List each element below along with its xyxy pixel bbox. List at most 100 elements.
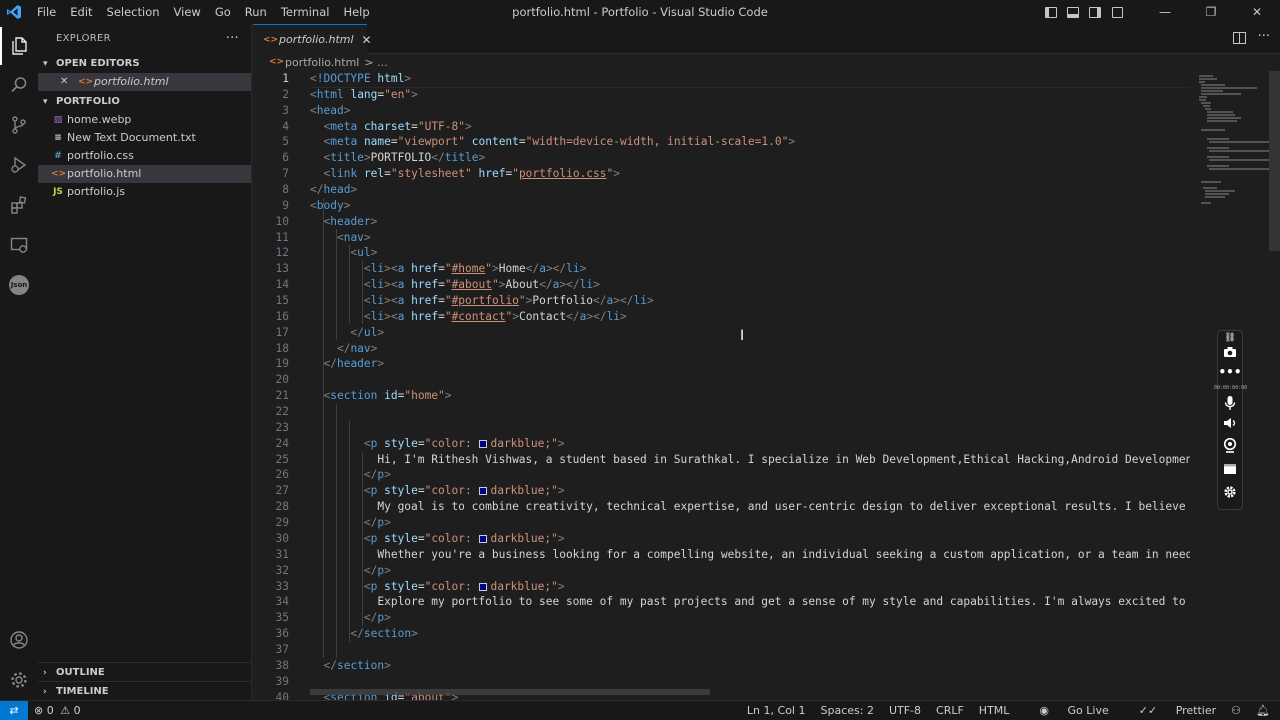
settings-gear-icon[interactable]	[0, 661, 38, 699]
explorer-icon[interactable]	[0, 27, 38, 65]
microphone-icon[interactable]	[1218, 395, 1242, 414]
copilot-icon[interactable]: ⚇	[1231, 701, 1241, 720]
color-swatch[interactable]	[479, 439, 488, 448]
code-lines: <!DOCTYPE html> <html lang="en"> <head> …	[310, 71, 1190, 700]
line-number: 19	[275, 357, 289, 371]
close-icon[interactable]: ✕	[60, 73, 74, 91]
more-actions-icon[interactable]: ···	[1258, 29, 1270, 44]
menu-bar: File Edit Selection View Go Run Terminal…	[30, 0, 377, 24]
close-window-button[interactable]: ✕	[1234, 0, 1280, 24]
file-item-portfolio-js[interactable]: JS portfolio.js	[38, 183, 251, 201]
outline-header[interactable]: › OUTLINE	[38, 663, 252, 682]
code-line: <head>	[310, 103, 351, 117]
json-extension-icon[interactable]: Json	[0, 266, 38, 304]
chevron-down-icon: ▾	[43, 59, 48, 69]
indentation[interactable]: Spaces: 2	[820, 701, 873, 720]
html-file-icon: <>	[263, 34, 279, 45]
menu-view[interactable]: View	[167, 0, 208, 24]
accounts-icon[interactable]	[0, 621, 38, 659]
extensions-icon[interactable]	[0, 186, 38, 224]
tab-close-icon[interactable]: ✕	[362, 33, 372, 47]
cursor-position[interactable]: Ln 1, Col 1	[747, 701, 806, 720]
code-line: My goal is to combine creativity, techni…	[377, 500, 1190, 514]
camera-icon[interactable]	[1218, 346, 1242, 361]
link-icon[interactable]: ⛓	[1218, 333, 1242, 343]
maximize-button[interactable]: ❐	[1188, 0, 1234, 24]
horizontal-scrollbar[interactable]	[310, 689, 710, 695]
toggle-secondary-sidebar-icon[interactable]	[1084, 0, 1106, 24]
color-swatch[interactable]	[479, 534, 488, 543]
portfolio-folder-header[interactable]: ▾ PORTFOLIO	[38, 92, 251, 111]
menu-run[interactable]: Run	[238, 0, 274, 24]
breadcrumb-file[interactable]: portfolio.html	[285, 54, 359, 71]
menu-selection[interactable]: Selection	[100, 0, 167, 24]
code-editor[interactable]: 1 2 3 4 5 6 7 8 9 10 11 12 13 14 15 16 1…	[253, 71, 1270, 700]
more-options-icon[interactable]: •••	[1218, 365, 1242, 379]
remote-indicator-icon[interactable]: ⇄	[0, 701, 28, 720]
chevron-down-icon: ▾	[43, 97, 48, 107]
menu-edit[interactable]: Edit	[63, 0, 99, 24]
file-item-portfolio-html[interactable]: <> portfolio.html	[38, 165, 251, 183]
file-item-home-webp[interactable]: ▨ home.webp	[38, 111, 251, 129]
encoding[interactable]: UTF-8	[889, 701, 921, 720]
line-number: 21	[275, 389, 289, 403]
webcam-icon[interactable]	[1218, 437, 1242, 456]
code-line: <link rel="stylesheet" href="portfolio.c…	[323, 167, 620, 181]
line-number: 20	[275, 373, 289, 387]
menu-file[interactable]: File	[30, 0, 63, 24]
recording-timer: 00:00:00:00	[1214, 385, 1248, 391]
code-line: </p>	[363, 468, 391, 482]
minimap[interactable]	[1193, 71, 1269, 211]
file-item-new-text-document[interactable]: ≡ New Text Document.txt	[38, 129, 251, 147]
line-number: 30	[275, 531, 289, 545]
settings-gear-icon[interactable]	[1218, 485, 1242, 502]
line-number: 39	[275, 674, 289, 688]
text-file-icon: ≡	[54, 133, 62, 143]
remote-explorer-icon[interactable]	[0, 226, 38, 264]
vertical-scrollbar[interactable]	[1269, 71, 1280, 251]
breadcrumb-rest[interactable]: > ...	[364, 54, 387, 71]
menu-terminal[interactable]: Terminal	[274, 0, 337, 24]
line-number: 10	[275, 214, 289, 228]
split-editor-icon[interactable]	[1233, 32, 1246, 44]
line-number: 33	[275, 579, 289, 593]
timeline-section: › TIMELINE	[38, 681, 252, 701]
speaker-icon[interactable]	[1218, 417, 1242, 432]
more-actions-icon[interactable]: ···	[226, 24, 239, 54]
line-number: 35	[275, 611, 289, 625]
line-number: 8	[282, 183, 289, 197]
toggle-primary-sidebar-icon[interactable]	[1040, 0, 1062, 24]
color-swatch[interactable]	[479, 487, 488, 496]
tab-portfolio-html[interactable]: <> portfolio.html ✕	[253, 24, 372, 54]
line-number: 36	[275, 627, 289, 641]
problems-indicator[interactable]: ⊗ 0 ⚠ 0	[34, 701, 81, 720]
language-mode[interactable]: HTML	[979, 701, 1010, 720]
title-bar: File Edit Selection View Go Run Terminal…	[0, 0, 1280, 24]
search-icon[interactable]	[0, 66, 38, 104]
run-debug-icon[interactable]	[0, 146, 38, 184]
menu-help[interactable]: Help	[336, 0, 376, 24]
line-number: 13	[275, 262, 289, 276]
open-editors-header[interactable]: ▾ OPEN EDITORS	[38, 54, 251, 73]
end-of-line[interactable]: CRLF	[936, 701, 964, 720]
screen-window-icon[interactable]	[1218, 463, 1242, 478]
breadcrumb: <> portfolio.html > ...	[253, 54, 388, 71]
prettier-button[interactable]: ✓✓ Prettier	[1124, 701, 1216, 720]
notifications-bell-icon[interactable]: 🔔︎	[1256, 701, 1270, 720]
go-live-button[interactable]: ◉ Go Live	[1024, 701, 1108, 720]
timeline-header[interactable]: › TIMELINE	[38, 682, 252, 701]
menu-go[interactable]: Go	[208, 0, 238, 24]
open-editor-item[interactable]: ✕ <> portfolio.html	[38, 73, 251, 91]
source-control-icon[interactable]	[0, 106, 38, 144]
minimize-button[interactable]: —	[1142, 0, 1188, 24]
code-line: Explore my portfolio to see some of my p…	[377, 595, 1190, 609]
line-number: 32	[275, 563, 289, 577]
color-swatch[interactable]	[479, 582, 488, 591]
customize-layout-icon[interactable]	[1106, 0, 1128, 24]
line-number: 34	[275, 595, 289, 609]
code-line: <p style="color: darkblue;">	[363, 484, 565, 498]
file-item-portfolio-css[interactable]: # portfolio.css	[38, 147, 251, 165]
toggle-panel-icon[interactable]	[1062, 0, 1084, 24]
